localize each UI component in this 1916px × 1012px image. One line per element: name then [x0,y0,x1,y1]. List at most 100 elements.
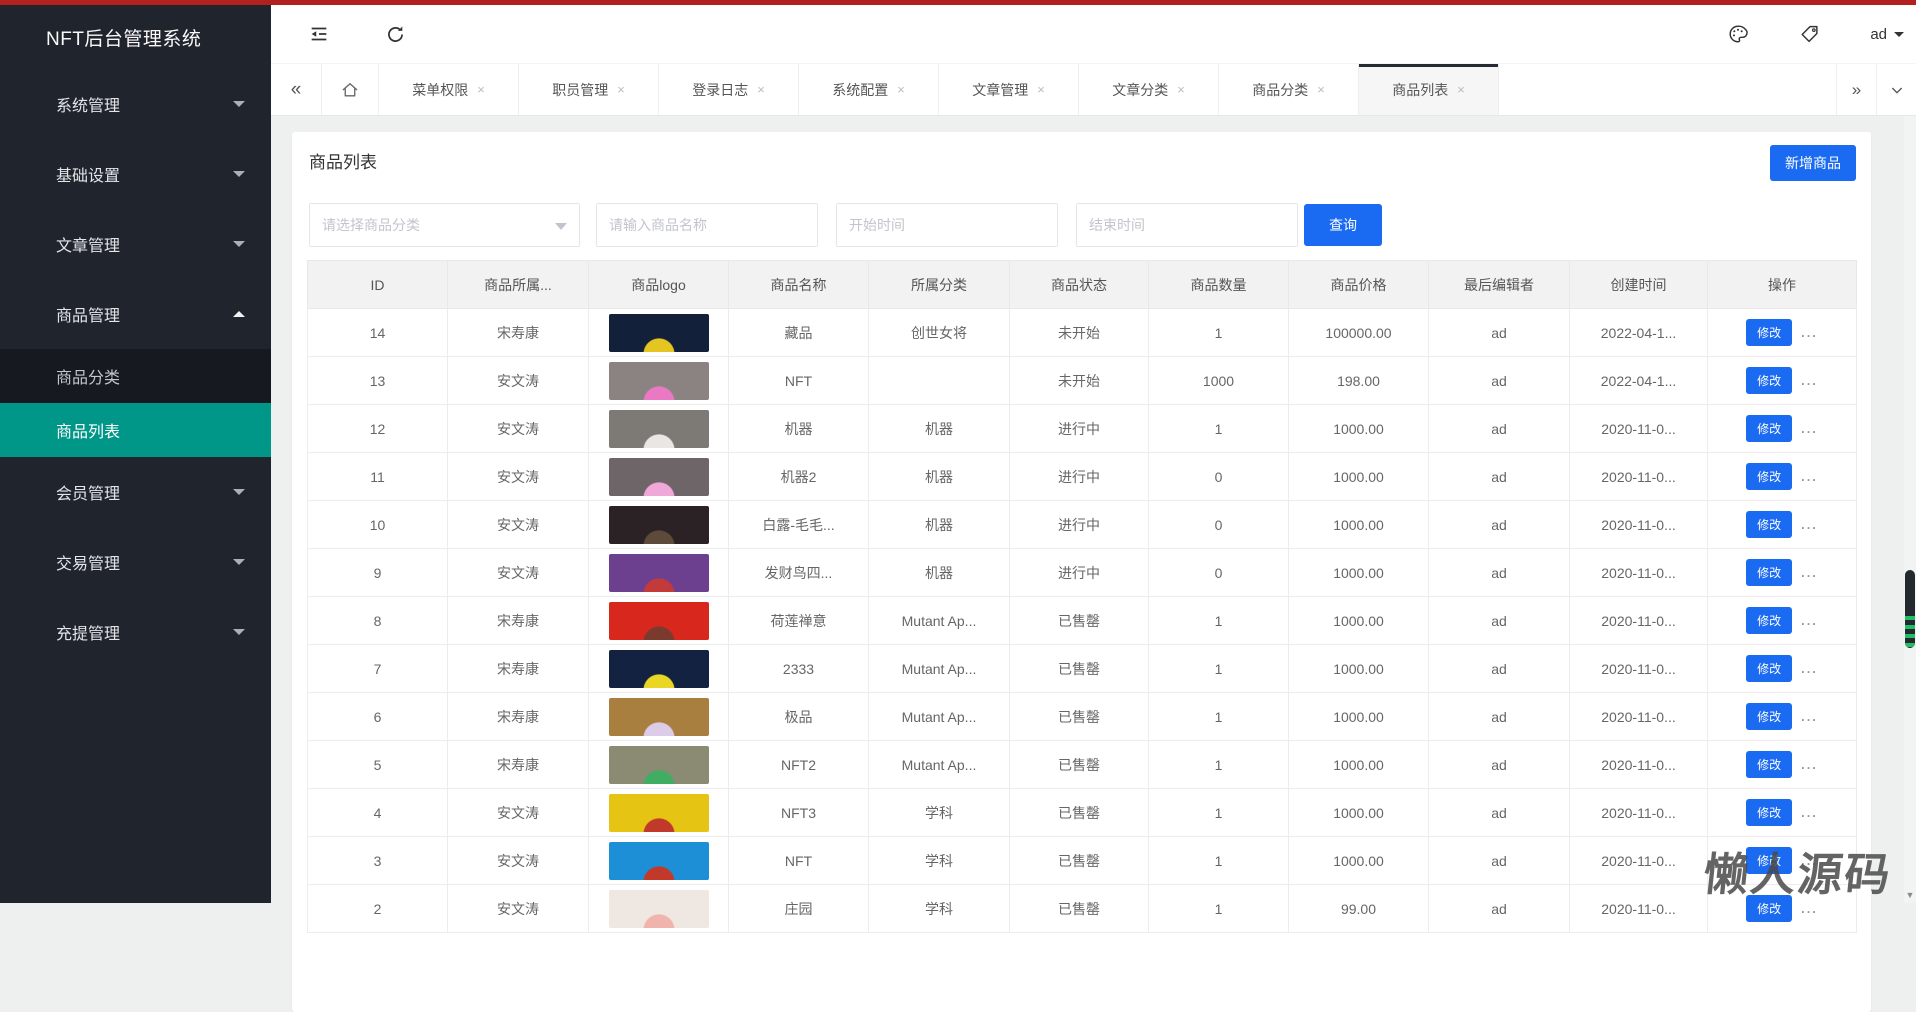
sidebar-item-2[interactable]: 基础设置 [0,139,271,209]
end-time-input[interactable] [1076,203,1298,247]
product-logo-image [608,553,709,592]
tab-6[interactable]: 文章分类 × [1079,64,1219,115]
tab-1[interactable]: 菜单权限 × [379,64,519,115]
edit-button[interactable]: 修改 [1746,463,1793,490]
edit-button[interactable]: 修改 [1746,655,1793,682]
tab-close-icon[interactable]: × [1457,83,1465,96]
more-actions-button[interactable]: ... [1801,757,1818,772]
more-actions-button[interactable]: ... [1801,373,1818,388]
product-logo-image [608,409,709,448]
cell-category: 机器 [868,548,1010,597]
sidebar-item-4[interactable]: 商品管理 [0,279,271,349]
tab-close-icon[interactable]: × [477,83,485,96]
cell-quantity: 1 [1148,404,1289,453]
tab-close-icon[interactable]: × [617,83,625,96]
more-actions-button[interactable]: ... [1801,421,1818,436]
tab-5[interactable]: 文章管理 × [939,64,1079,115]
edit-button[interactable]: 修改 [1746,559,1793,586]
cell-created: 2020-11-0... [1569,596,1708,645]
product-name-input[interactable] [596,203,818,247]
edit-button[interactable]: 修改 [1746,367,1793,394]
search-button[interactable]: 查询 [1304,204,1382,246]
column-header: 商品数量 [1148,260,1289,309]
tab-close-icon[interactable]: × [1317,83,1325,96]
more-actions-button[interactable]: ... [1801,901,1818,916]
cell-created: 2020-11-0... [1569,884,1708,933]
cell-created: 2020-11-0... [1569,548,1708,597]
tab-close-icon[interactable]: × [897,83,905,96]
cell-name: NFT3 [728,788,869,837]
tab-close-icon[interactable]: × [757,83,765,96]
tab-home[interactable] [322,64,379,115]
category-select[interactable]: 请选择商品分类 [309,203,580,247]
more-actions-button[interactable]: ... [1801,565,1818,580]
edit-button[interactable]: 修改 [1746,319,1793,346]
edit-button[interactable]: 修改 [1746,607,1793,634]
table-row: 5 宋寿康 NFT2 Mutant Ap... 已售罄 1 1000.00 ad 2020-11… [307,740,1857,789]
cell-logo [588,548,729,597]
refresh-icon[interactable] [383,22,407,46]
more-actions-button[interactable]: ... [1801,709,1818,724]
cell-editor: ad [1428,308,1570,357]
tag-icon[interactable] [1798,22,1822,46]
theme-palette-icon[interactable] [1726,22,1750,46]
cell-actions: 修改... [1707,548,1857,597]
cell-category: 机器 [868,500,1010,549]
table-row: 12 安文涛 机器 机器 进行中 1 1000.00 ad 2020-11-0... 修改... [307,404,1857,453]
edit-button[interactable]: 修改 [1746,703,1793,730]
tab-7[interactable]: 商品分类 × [1219,64,1359,115]
tab-2[interactable]: 职员管理 × [519,64,659,115]
cell-owner: 宋寿康 [447,596,589,645]
cell-owner: 宋寿康 [447,308,589,357]
tabs-scroll-left-button[interactable]: « [271,64,322,115]
page-scrollbar[interactable]: ▼ [1904,116,1916,903]
cell-name: 2333 [728,644,869,693]
sidebar-item-3[interactable]: 文章管理 [0,209,271,279]
more-actions-button[interactable]: ... [1801,325,1818,340]
topbar-right-group: ad [1726,22,1906,46]
cell-category: 学科 [868,788,1010,837]
scrollbar-down-arrow[interactable]: ▼ [1904,888,1916,902]
sidebar-subitem-2[interactable]: 商品列表 [0,403,271,457]
more-actions-button[interactable]: ... [1801,805,1818,820]
add-product-button[interactable]: 新增商品 [1770,145,1856,181]
more-actions-button[interactable]: ... [1801,661,1818,676]
sidebar-item-5[interactable]: 会员管理 [0,457,271,527]
cell-created: 2020-11-0... [1569,740,1708,789]
cell-logo [588,404,729,453]
user-menu[interactable]: ad [1870,26,1906,43]
cell-name: 极品 [728,692,869,741]
tab-8[interactable]: 商品列表 × [1359,64,1499,115]
sidebar-item-7[interactable]: 充提管理 [0,597,271,667]
tab-close-icon[interactable]: × [1037,83,1045,96]
cell-status: 未开始 [1009,308,1149,357]
more-actions-button[interactable]: ... [1801,613,1818,628]
cell-logo [588,644,729,693]
cell-price: 1000.00 [1288,548,1429,597]
sidebar: NFT后台管理系统 系统管理 基础设置 文章管理 商品管理 商品分类 商品列表 会员管理 交易… [0,5,271,903]
cell-logo [588,308,729,357]
tabs-scroll-right-button[interactable]: » [1836,64,1876,115]
more-actions-button[interactable]: ... [1801,517,1818,532]
table-row: 7 宋寿康 2333 Mutant Ap... 已售罄 1 1000.00 ad 2020-11… [307,644,1857,693]
edit-button[interactable]: 修改 [1746,511,1793,538]
more-actions-button[interactable]: ... [1801,469,1818,484]
start-time-input[interactable] [836,203,1058,247]
cell-category: 学科 [868,884,1010,933]
scrollbar-thumb[interactable] [1905,570,1915,648]
sidebar-item-1[interactable]: 系统管理 [0,69,271,139]
edit-button[interactable]: 修改 [1746,415,1793,442]
collapse-sidebar-icon[interactable] [307,22,331,46]
cell-category: 机器 [868,452,1010,501]
tab-3[interactable]: 登录日志 × [659,64,799,115]
product-table: ID 商品所属... 商品logo 商品名称 所属分类 商品状态 商品数量 商品价格 最后编辑者… [307,260,1857,933]
cell-status: 已售罄 [1009,740,1149,789]
cell-owner: 宋寿康 [447,692,589,741]
tab-close-icon[interactable]: × [1177,83,1185,96]
sidebar-item-6[interactable]: 交易管理 [0,527,271,597]
tabs-menu-button[interactable] [1876,64,1916,115]
sidebar-subitem-1[interactable]: 商品分类 [0,349,271,403]
edit-button[interactable]: 修改 [1746,799,1793,826]
edit-button[interactable]: 修改 [1746,751,1793,778]
tab-4[interactable]: 系统配置 × [799,64,939,115]
